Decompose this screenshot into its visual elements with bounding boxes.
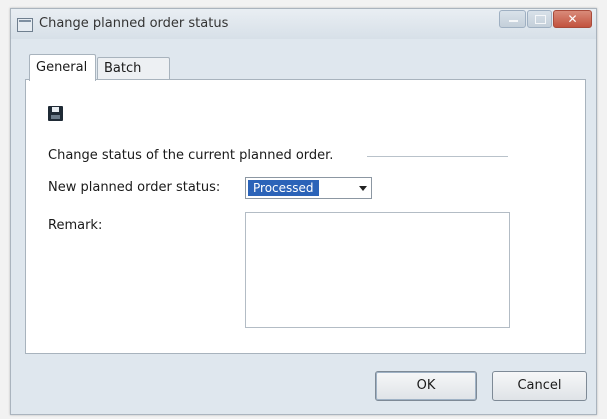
remark-label: Remark: <box>48 218 103 233</box>
ok-button[interactable]: OK <box>375 371 477 401</box>
window-icon <box>17 18 33 32</box>
tab-general[interactable]: General <box>29 54 96 81</box>
window-title: Change planned order status <box>39 16 229 31</box>
minimize-icon <box>500 11 525 27</box>
close-icon: ✕ <box>567 12 578 26</box>
dialog-window: Change planned order status ✕ General Ba… <box>10 8 597 415</box>
save-icon[interactable] <box>48 106 63 121</box>
maximize-icon <box>528 11 551 27</box>
status-dropdown[interactable]: Processed <box>245 177 372 199</box>
section-divider <box>367 156 508 157</box>
cancel-button[interactable]: Cancel <box>492 371 587 401</box>
status-label: New planned order status: <box>48 180 221 195</box>
chevron-down-icon[interactable] <box>359 186 367 191</box>
minimize-button[interactable] <box>499 10 526 28</box>
remark-textarea[interactable] <box>245 212 510 328</box>
maximize-button[interactable] <box>527 10 552 28</box>
section-heading: Change status of the current planned ord… <box>48 148 334 163</box>
general-panel: Change status of the current planned ord… <box>25 79 586 354</box>
title-bar[interactable]: Change planned order status ✕ <box>11 9 596 39</box>
status-selected-value: Processed <box>248 180 319 196</box>
tab-batch[interactable]: Batch <box>97 57 170 80</box>
close-button[interactable]: ✕ <box>553 10 592 28</box>
